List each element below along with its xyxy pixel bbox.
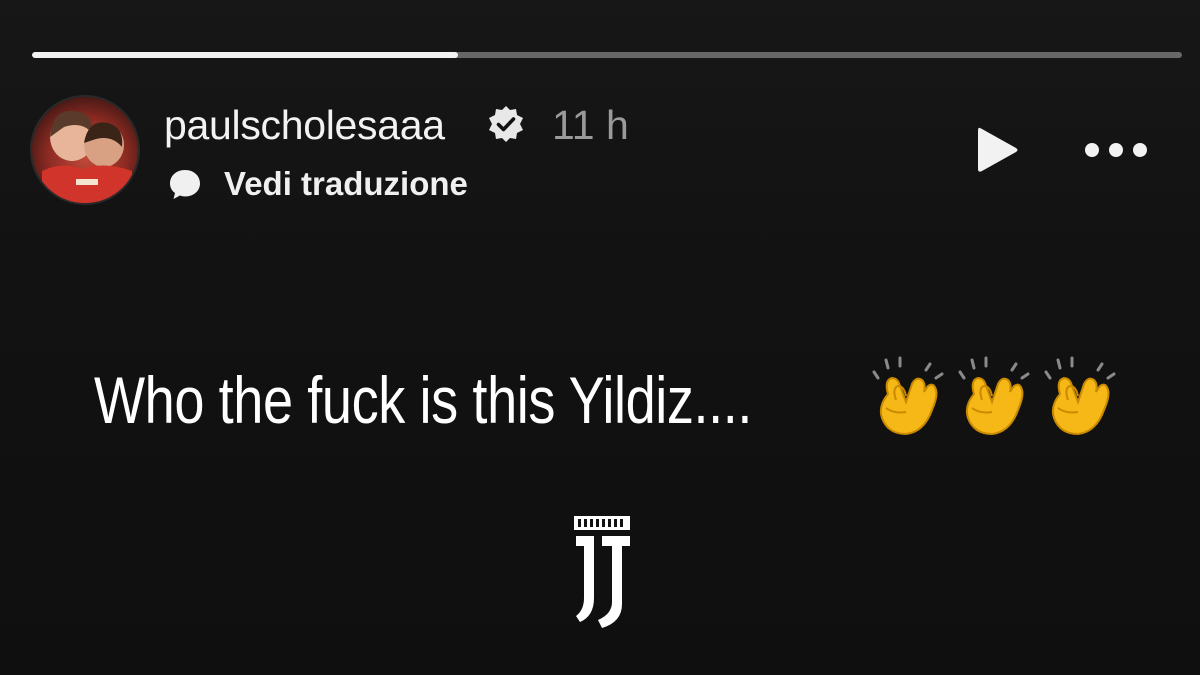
progress-segment [32,52,1182,58]
clapping-hands-icon [958,356,1030,436]
progress-fill [32,52,458,58]
avatar-image [32,97,138,203]
clapping-hands-icon [1044,356,1116,436]
story-progress-bar [32,52,1182,58]
juventus-logo-icon [568,512,638,632]
verified-badge-icon [486,104,526,144]
story-caption-row: Who the fuck is this Yildiz.... [94,352,896,448]
more-dots-icon [1085,143,1147,157]
translate-bubble-icon [170,170,200,199]
clapping-hands-icon [872,356,944,436]
translate-label: Vedi traduzione [224,165,468,202]
more-options-button[interactable] [1078,130,1154,170]
username[interactable]: paulscholesaaa [164,100,445,150]
story-caption: Who the fuck is this Yildiz.... [94,363,753,437]
clap-emoji-group [866,350,1124,446]
play-button[interactable] [968,120,1028,180]
play-icon [978,127,1018,172]
translate-link[interactable]: Vedi traduzione [166,162,468,206]
post-time: 11 h [552,102,629,148]
avatar[interactable] [30,95,140,205]
